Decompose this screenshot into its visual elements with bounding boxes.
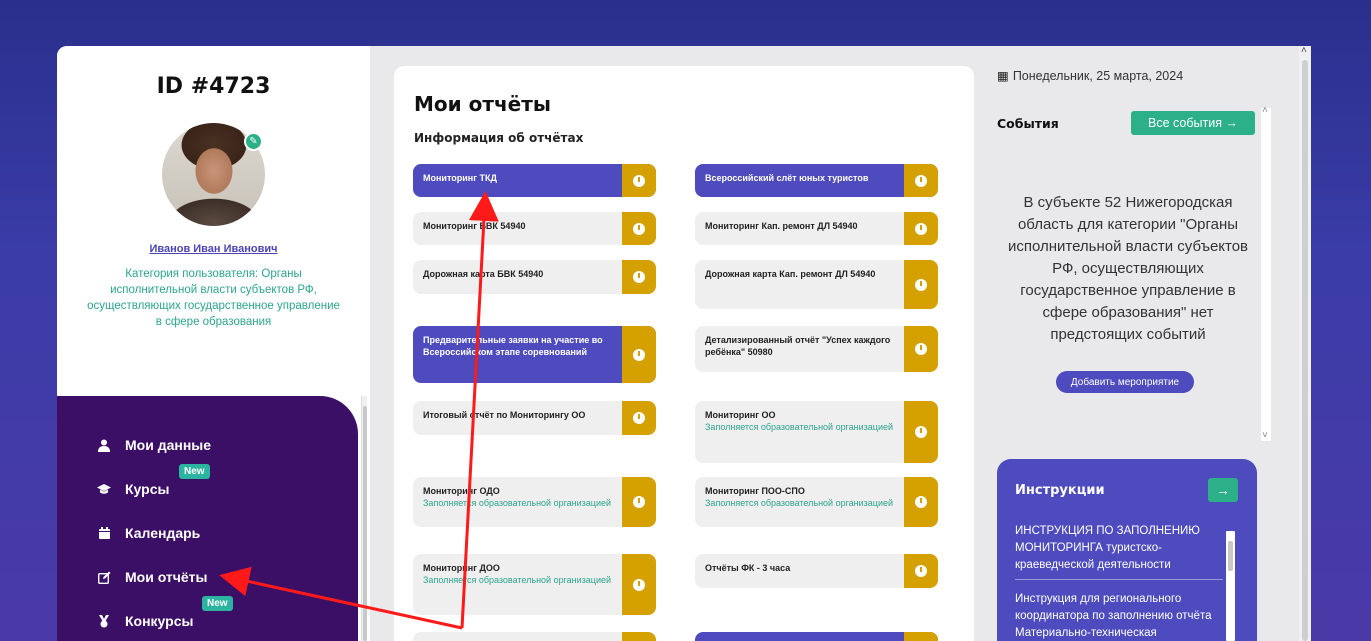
clock-icon[interactable]	[622, 212, 656, 245]
report-card-7[interactable]: Детализированный отчёт "Успех каждого ре…	[695, 326, 938, 372]
report-note: Заполняется образовательной организацией	[705, 422, 894, 432]
report-note: Заполняется образовательной организацией	[423, 498, 612, 508]
user-id: ID #4723	[156, 74, 271, 99]
page-title: Мои отчёты	[414, 92, 551, 116]
report-card-1[interactable]: Всероссийский слёт юных туристов	[695, 164, 938, 197]
report-title: Мониторинг ТКД	[423, 173, 497, 183]
reports-panel: Мои отчёты Информация об отчётах Монитор…	[394, 66, 974, 641]
report-title: Отчёты ФК - 3 часа	[705, 563, 791, 573]
report-title: Дорожная карта Кап. ремонт ДЛ 54940	[705, 269, 876, 279]
app-window: ID #4723 ✎ Иванов Иван Иванович Категори…	[57, 46, 1311, 641]
edit-icon	[97, 570, 111, 584]
report-card-12[interactable]: Мониторинг ДОО Заполняется образовательно…	[413, 554, 656, 615]
report-note: Заполняется образовательной организацией	[705, 498, 894, 508]
new-badge: New	[179, 464, 210, 479]
nav-label: Конкурсы	[125, 613, 194, 629]
report-card-6[interactable]: Предварительные заявки на участие во Все…	[413, 326, 656, 383]
nav-label: Курсы	[125, 481, 170, 497]
scroll-up-icon[interactable]: ˄	[1301, 45, 1307, 56]
nav-label: Мои отчёты	[125, 569, 208, 585]
report-title: Итоговый отчёт по Мониторингу ОО	[423, 410, 586, 420]
clock-icon[interactable]	[622, 477, 656, 527]
clock-icon[interactable]	[904, 554, 938, 588]
events-empty-message: В субъекте 52 Нижегородская область для …	[1007, 194, 1249, 343]
section-subtitle: Информация об отчётах	[414, 131, 584, 145]
report-card-9[interactable]: Мониторинг ОО Заполняется образовательной…	[695, 401, 938, 463]
nav-label: Календарь	[125, 525, 201, 541]
instructions-arrow-button[interactable]: →	[1208, 478, 1238, 502]
add-event-button[interactable]: Добавить мероприятие	[1056, 371, 1194, 393]
nav-item-my-data[interactable]: Мои данные	[97, 434, 358, 456]
nav-item-contests[interactable]: Конкурсы New	[97, 596, 358, 632]
report-card-0[interactable]: Мониторинг ТКД	[413, 164, 656, 197]
edit-avatar-icon[interactable]: ✎	[244, 132, 263, 151]
report-card-partial[interactable]	[413, 632, 656, 641]
report-card-10[interactable]: Мониторинг ОДО Заполняется образовательно…	[413, 477, 656, 527]
clock-icon[interactable]	[622, 326, 656, 383]
clock-icon[interactable]	[904, 401, 938, 463]
events-title: События	[997, 116, 1059, 131]
new-badge: New	[202, 596, 233, 611]
instruction-link[interactable]: ИНСТРУКЦИЯ ПО ЗАПОЛНЕНИЮ МОНИТОРИНГА тур…	[1015, 523, 1225, 574]
report-card-11[interactable]: Мониторинг ПОО-СПО Заполняется образовате…	[695, 477, 938, 527]
events-scrollbar[interactable]	[1261, 105, 1271, 441]
nav-label: Мои данные	[125, 437, 212, 453]
nav-item-calendar[interactable]: Календарь	[97, 522, 358, 544]
medal-icon	[97, 614, 111, 628]
instructions-title: Инструкции	[1015, 483, 1105, 498]
report-title: Мониторинг БВК 54940	[423, 221, 526, 231]
report-title: Мониторинг ПОО-СПО	[705, 486, 805, 496]
clock-icon[interactable]	[904, 477, 938, 527]
report-card-partial[interactable]	[695, 632, 938, 641]
clock-icon[interactable]	[622, 401, 656, 435]
user-icon	[97, 438, 111, 452]
instructions-panel: Инструкции → ИНСТРУКЦИЯ ПО ЗАПОЛНЕНИЮ МО…	[997, 459, 1257, 641]
report-card-5[interactable]: Дорожная карта Кап. ремонт ДЛ 54940	[695, 260, 938, 309]
clock-icon[interactable]	[904, 260, 938, 309]
current-date: ▦ Понедельник, 25 марта, 2024	[997, 68, 1183, 83]
report-title: Детализированный отчёт "Успех каждого ре…	[705, 335, 891, 357]
report-card-3[interactable]: Мониторинг Кап. ремонт ДЛ 54940	[695, 212, 938, 245]
calendar-icon: ▦	[997, 69, 1009, 83]
user-name-link[interactable]: Иванов Иван Иванович	[57, 243, 370, 255]
report-card-8[interactable]: Итоговый отчёт по Мониторингу ОО	[413, 401, 656, 435]
report-title: Предварительные заявки на участие во Все…	[423, 335, 603, 357]
sidebar-scrollbar[interactable]	[361, 396, 367, 641]
clock-icon[interactable]	[904, 632, 938, 641]
clock-icon[interactable]	[622, 164, 656, 197]
clock-icon[interactable]	[904, 212, 938, 245]
nav-item-courses[interactable]: Курсы New	[97, 464, 358, 500]
report-note: Заполняется образовательной организацией	[423, 575, 612, 585]
sidebar: ID #4723 ✎ Иванов Иван Иванович Категори…	[57, 46, 370, 641]
report-card-13[interactable]: Отчёты ФК - 3 часа	[695, 554, 938, 588]
right-panel: ▦ Понедельник, 25 марта, 2024 События Все…	[997, 46, 1297, 641]
user-category: Категория пользователя: Органы исполните…	[87, 268, 340, 328]
report-title: Мониторинг Кап. ремонт ДЛ 54940	[705, 221, 858, 231]
nav-item-my-reports[interactable]: Мои отчёты	[97, 566, 358, 588]
date-text: Понедельник, 25 марта, 2024	[1012, 69, 1184, 83]
calendar-icon	[97, 526, 111, 540]
report-title: Мониторинг ДОО	[423, 563, 500, 573]
report-title: Дорожная карта БВК 54940	[423, 269, 544, 279]
report-title: Мониторинг ОО	[705, 410, 776, 420]
report-card-4[interactable]: Дорожная карта БВК 54940	[413, 260, 656, 294]
instruction-link[interactable]: Инструкция для регионального координатор…	[1015, 591, 1225, 641]
graduation-cap-icon	[97, 482, 111, 496]
instructions-scrollbar[interactable]	[1226, 531, 1235, 641]
sidebar-nav: Мои данные Курсы New Календарь Мои отчёт…	[57, 396, 358, 641]
clock-icon[interactable]	[904, 164, 938, 197]
clock-icon[interactable]	[622, 632, 656, 641]
report-title: Мониторинг ОДО	[423, 486, 500, 496]
clock-icon[interactable]	[622, 554, 656, 615]
report-title: Всероссийский слёт юных туристов	[705, 173, 869, 183]
all-events-button[interactable]: Все события →	[1131, 111, 1255, 135]
clock-icon[interactable]	[622, 260, 656, 294]
divider	[1015, 579, 1223, 580]
page-scrollbar[interactable]: ˄	[1299, 45, 1311, 641]
report-card-2[interactable]: Мониторинг БВК 54940	[413, 212, 656, 245]
clock-icon[interactable]	[904, 326, 938, 372]
